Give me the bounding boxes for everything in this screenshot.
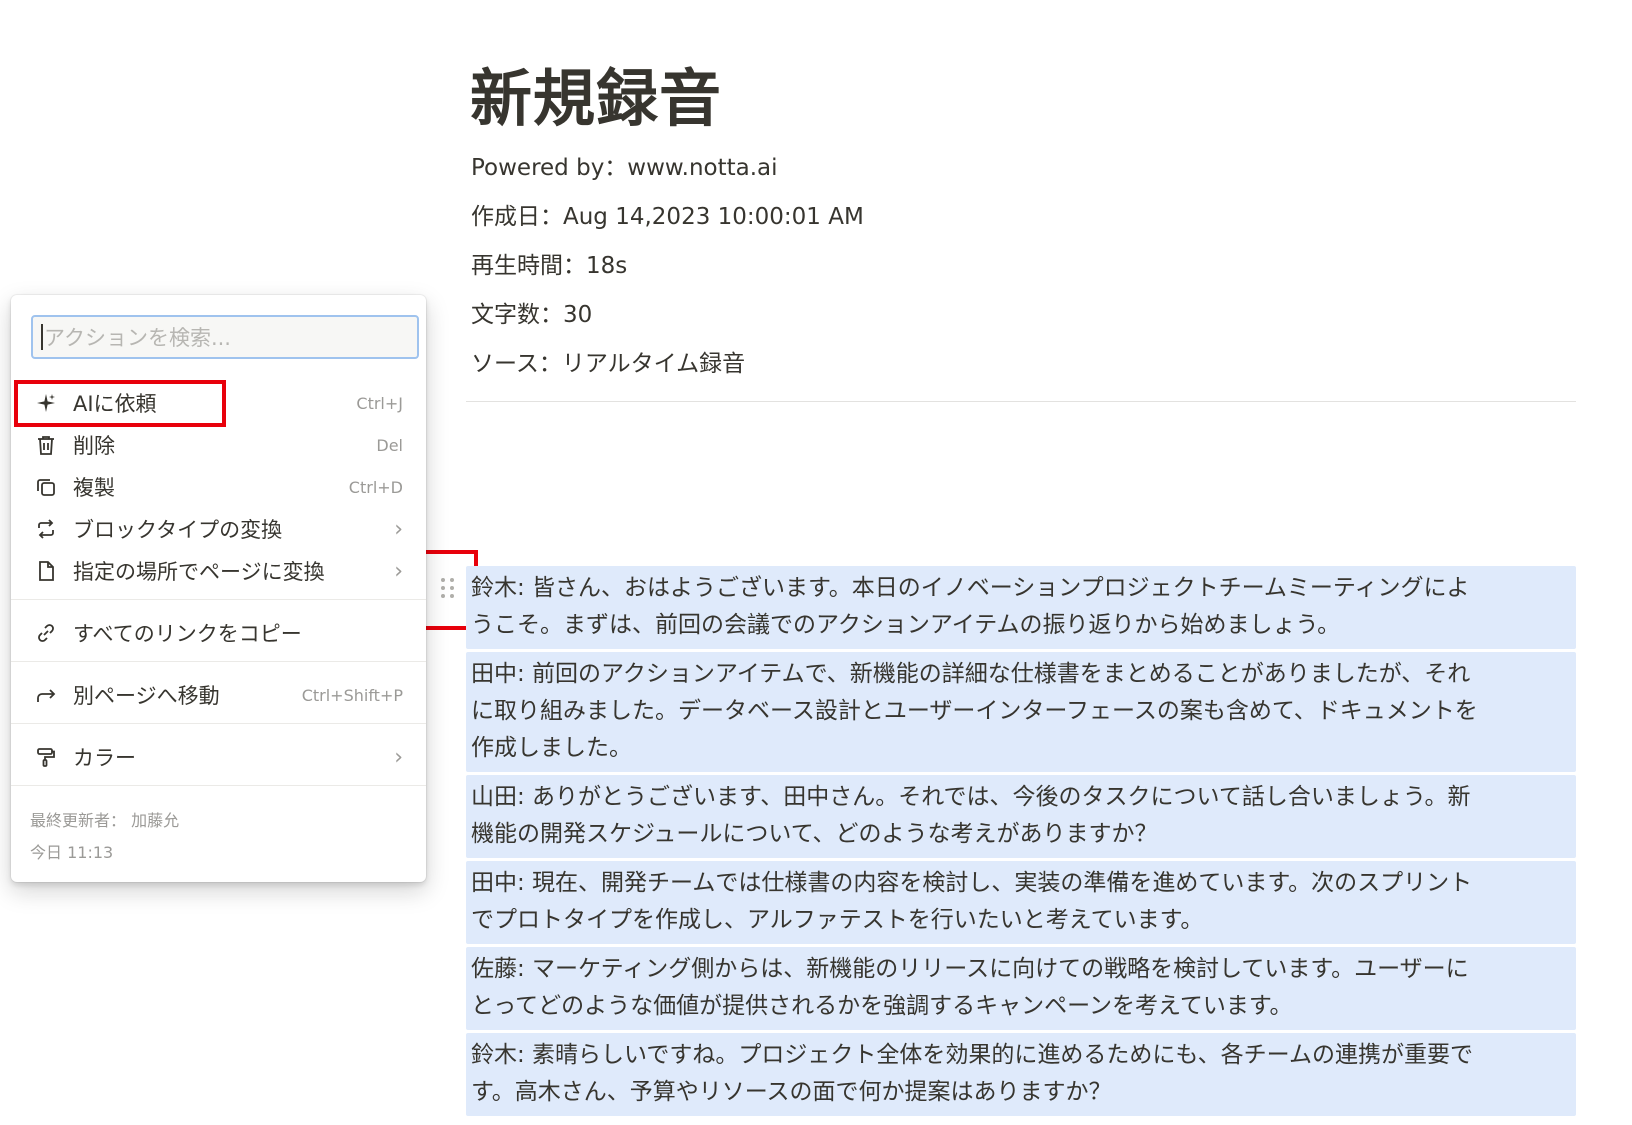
menu-item-shortcut: Ctrl+Shift+P [301, 685, 403, 705]
transcript-line: 鈴木: 皆さん、おはようございます。本日のイノベーションプロジェクトチームミーテ… [471, 575, 1470, 601]
menu-item-label: ブロックタイプの変換 [73, 518, 283, 542]
transcript-line: でプロトタイプを作成し、アルファテストを行いたいと考えています。 [471, 907, 1204, 933]
transcript-line: に取り組みました。データベース設計とユーザーインターフェースの案も含めて、ドキュ… [471, 698, 1478, 724]
transcript-block[interactable]: 鈴木: 皆さん、おはようございます。本日のイノベーションプロジェクトチームミーテ… [466, 566, 1576, 649]
menu-divider [11, 661, 426, 662]
menu-divider [11, 723, 426, 724]
transcript-line: 田中: 現在、開発チームでは仕様書の内容を検討し、実装の準備を進めています。次の… [471, 870, 1473, 896]
divider [466, 401, 1576, 402]
menu-item-shortcut: Del [376, 435, 403, 455]
transcript-line: とってどのような価値が提供されるかを強調するキャンペーンを考えています。 [471, 993, 1293, 1019]
menu-item-label: 別ページへ移動 [73, 684, 220, 708]
transcript-block[interactable]: 田中: 前回のアクションアイテムで、新機能の詳細な仕様書をまとめることがありまし… [466, 652, 1576, 772]
link-icon [33, 620, 59, 646]
menu-item-shortcut: Ctrl+J [356, 393, 403, 413]
menu-item-move-to[interactable]: 別ページへ移動 Ctrl+Shift+P [19, 675, 417, 715]
meta-source: ソース：リアルタイム録音 [471, 351, 746, 377]
page-icon [33, 558, 59, 584]
meta-duration: 再生時間：18s [471, 253, 628, 279]
duplicate-icon [33, 474, 59, 500]
transcript: 鈴木: 皆さん、おはようございます。本日のイノベーションプロジェクトチームミーテ… [466, 566, 1576, 1119]
last-edited-time: 今日 11:13 [30, 843, 114, 862]
sparkle-icon [33, 390, 59, 416]
transcript-line: 佐藤: マーケティング側からは、新機能のリリースに向けての戦略を検討しています。… [471, 956, 1469, 982]
transcript-line: 作成しました。 [471, 735, 632, 761]
menu-divider [11, 599, 426, 600]
transcript-line: うこそ。まずは、前回の会議でのアクションアイテムの振り返りから始めましょう。 [471, 612, 1341, 638]
turn-into-icon [33, 516, 59, 542]
menu-item-label: 指定の場所でページに変換 [73, 560, 325, 584]
menu-divider [11, 785, 426, 786]
menu-item-delete[interactable]: 削除 Del [19, 425, 417, 465]
trash-icon [33, 432, 59, 458]
transcript-block[interactable]: 佐藤: マーケティング側からは、新機能のリリースに向けての戦略を検討しています。… [466, 947, 1576, 1030]
menu-item-duplicate[interactable]: 複製 Ctrl+D [19, 467, 417, 507]
transcript-line: 山田: ありがとうございます、田中さん。それでは、今後のタスクについて話し合いま… [471, 784, 1471, 810]
meta-char-count: 文字数：30 [471, 302, 593, 328]
menu-item-label: 削除 [73, 434, 115, 458]
chevron-right-icon: › [394, 744, 403, 770]
meta-created-date: 作成日：Aug 14,2023 10:00:01 AM [471, 204, 864, 230]
menu-item-turn-into-page[interactable]: 指定の場所でページに変換 › [19, 551, 417, 591]
meta-powered-by: Powered by：www.notta.ai [471, 155, 778, 181]
action-search-placeholder: アクションを検索... [44, 326, 231, 350]
menu-item-label: カラー [73, 746, 136, 770]
transcript-block[interactable]: 山田: ありがとうございます、田中さん。それでは、今後のタスクについて話し合いま… [466, 775, 1576, 858]
transcript-block[interactable]: 田中: 現在、開発チームでは仕様書の内容を検討し、実装の準備を進めています。次の… [466, 861, 1576, 944]
chevron-right-icon: › [394, 558, 403, 584]
text-caret [41, 324, 43, 350]
paint-roller-icon [33, 744, 59, 770]
chevron-right-icon: › [394, 516, 403, 542]
page-title: 新規録音 [470, 62, 723, 135]
menu-item-label: AIに依頼 [73, 392, 157, 416]
transcript-block[interactable]: 鈴木: 素晴らしいですね。プロジェクト全体を効果的に進めるためにも、各チームの連… [466, 1033, 1576, 1116]
action-search-input[interactable]: アクションを検索... [31, 315, 419, 359]
last-edited-by: 最終更新者： 加藤允 [30, 811, 180, 830]
block-action-menu: アクションを検索... AIに依頼 Ctrl+J 削除 Del 複製 Ctrl+… [11, 295, 426, 882]
menu-item-ask-ai[interactable]: AIに依頼 Ctrl+J [19, 383, 417, 423]
menu-item-label: すべてのリンクをコピー [73, 622, 302, 646]
menu-item-color[interactable]: カラー › [19, 737, 417, 777]
menu-item-copy-all-links[interactable]: すべてのリンクをコピー [19, 613, 417, 653]
transcript-line: 機能の開発スケジュールについて、どのような考えがありますか？ [471, 821, 1158, 847]
menu-item-turn-into[interactable]: ブロックタイプの変換 › [19, 509, 417, 549]
page: 新規録音 Powered by：www.notta.ai 作成日：Aug 14,… [0, 0, 1632, 1125]
move-arrow-icon [33, 682, 59, 708]
menu-item-label: 複製 [73, 476, 115, 500]
transcript-line: す。高木さん、予算やリソースの面で何か提案はありますか？ [471, 1079, 1112, 1105]
block-drag-handle[interactable] [440, 573, 456, 603]
transcript-line: 鈴木: 素晴らしいですね。プロジェクト全体を効果的に進めるためにも、各チームの連… [471, 1042, 1473, 1068]
transcript-line: 田中: 前回のアクションアイテムで、新機能の詳細な仕様書をまとめることがありまし… [471, 661, 1471, 687]
menu-item-shortcut: Ctrl+D [348, 477, 403, 497]
